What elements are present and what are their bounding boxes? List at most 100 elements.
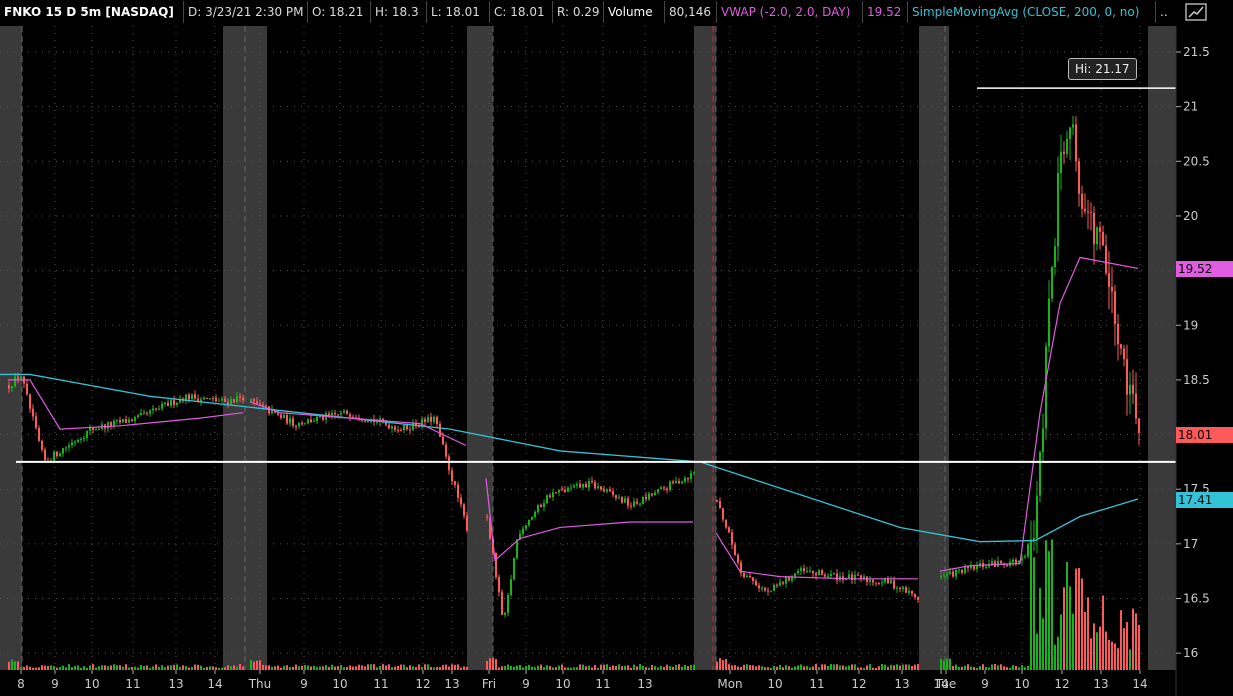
candle-body — [292, 418, 294, 426]
candle-body — [83, 437, 85, 440]
candle-body — [158, 408, 160, 410]
volume-bar — [767, 667, 769, 670]
volume-bar — [827, 665, 829, 670]
volume-bar — [899, 665, 901, 670]
volume-bar — [143, 665, 145, 670]
volume-bar — [1138, 624, 1140, 670]
candle-body — [313, 420, 315, 423]
candle-body — [286, 415, 288, 424]
candle-body — [675, 481, 677, 484]
volume-bar — [952, 665, 954, 670]
volume-bar — [809, 667, 811, 670]
volume-bar — [370, 664, 372, 670]
volume-bar — [1012, 665, 1014, 670]
candle-body — [687, 477, 689, 479]
volume-bar — [588, 665, 590, 670]
last-price-badge: 18.01 — [1176, 427, 1233, 443]
volume-bar — [454, 664, 456, 670]
candle-body — [621, 497, 623, 503]
candle-body — [857, 574, 859, 576]
volume-bar — [839, 665, 841, 670]
candle-body — [445, 444, 447, 457]
candle-body — [794, 573, 796, 577]
volume-bar — [851, 664, 853, 670]
candle-body — [848, 574, 850, 579]
volume-bar — [463, 666, 465, 670]
volume-bar — [818, 667, 820, 670]
volume-bar — [1102, 595, 1104, 670]
volume-bar — [1003, 666, 1005, 670]
volume-bar — [167, 665, 169, 670]
candle-body — [905, 587, 907, 593]
volume-bar — [361, 665, 363, 670]
volume-label[interactable]: Volume — [604, 1, 665, 23]
time-tick-label: 13 — [637, 677, 652, 691]
candle-body — [881, 582, 883, 584]
candle-body — [1105, 245, 1107, 274]
volume-bar — [47, 665, 49, 670]
volume-bar — [158, 666, 160, 670]
candle-body — [902, 587, 904, 590]
candle-body — [824, 574, 826, 577]
volume-bar — [501, 666, 503, 670]
candle-body — [663, 487, 665, 489]
candle-body — [648, 493, 650, 500]
vwap-label[interactable]: VWAP (-2.0, 2.0, DAY) — [717, 1, 863, 23]
volume-bar — [364, 666, 366, 670]
candle-body — [531, 516, 533, 520]
volume-bar — [797, 665, 799, 670]
candle-body — [376, 421, 378, 423]
candle-body — [364, 420, 366, 422]
candle-body — [728, 527, 730, 533]
time-tick-label: 10 — [555, 677, 570, 691]
candle-body — [352, 416, 354, 418]
volume-bar — [564, 667, 566, 670]
volume-bar — [322, 666, 324, 670]
volume-bar — [645, 667, 647, 670]
candle-body — [170, 399, 172, 407]
volume-bar — [98, 666, 100, 670]
volume-bar — [567, 667, 569, 670]
volume-bar — [20, 667, 22, 670]
price-chart[interactable]: 21.52120.52019.51918.51817.51716.516 891… — [0, 26, 1233, 696]
candle-body — [991, 561, 993, 565]
volume-bar — [675, 664, 677, 670]
candle-body — [146, 412, 148, 414]
volume-bar — [80, 667, 82, 670]
volume-bar — [242, 666, 244, 670]
candle-body — [400, 430, 402, 432]
more-studies[interactable]: .. — [1156, 1, 1176, 23]
volume-bar — [277, 665, 279, 670]
candle-body — [836, 573, 838, 581]
candle-body — [1036, 495, 1038, 538]
sma-label[interactable]: SimpleMovingAvg (CLOSE, 200, 0, no) — [908, 1, 1156, 23]
candle-body — [221, 398, 223, 401]
candle-body — [743, 572, 745, 578]
candle-body — [349, 414, 351, 417]
candle-body — [737, 554, 739, 563]
time-tick-label: 11 — [373, 677, 388, 691]
price-tick-label: 20 — [1183, 209, 1198, 223]
volume-bar — [582, 664, 584, 670]
candle-body — [636, 501, 638, 504]
candle-body — [731, 532, 733, 545]
candle-body — [343, 410, 345, 413]
price-tick-label: 18.5 — [1183, 373, 1210, 387]
volume-bar — [110, 665, 112, 670]
volume-bar — [579, 664, 581, 670]
candle-body — [534, 511, 536, 517]
volume-bar — [23, 667, 25, 670]
volume-bar — [221, 667, 223, 670]
candle-body — [693, 472, 695, 474]
candle-body — [624, 498, 626, 503]
candle-body — [1135, 393, 1137, 419]
chart-settings-icon[interactable] — [1185, 3, 1207, 21]
candle-body — [89, 427, 91, 431]
volume-bar — [436, 667, 438, 670]
candle-body — [340, 412, 342, 415]
volume-bar — [1042, 618, 1044, 670]
volume-bar — [976, 667, 978, 670]
symbol-label[interactable]: FNKO 15 D 5m [NASDAQ] — [0, 1, 184, 23]
volume-bar — [11, 659, 13, 670]
candle-body — [1111, 286, 1113, 292]
